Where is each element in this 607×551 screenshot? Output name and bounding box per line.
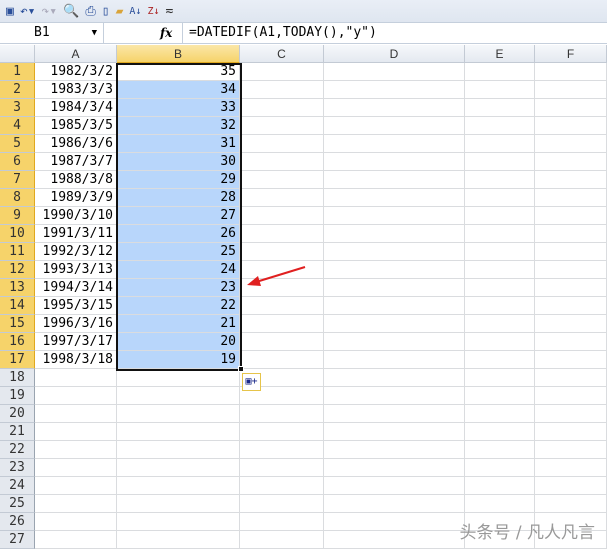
red-arrow-annotation [247,266,306,286]
watermark: 头条号 / 凡人凡言 [459,523,595,543]
